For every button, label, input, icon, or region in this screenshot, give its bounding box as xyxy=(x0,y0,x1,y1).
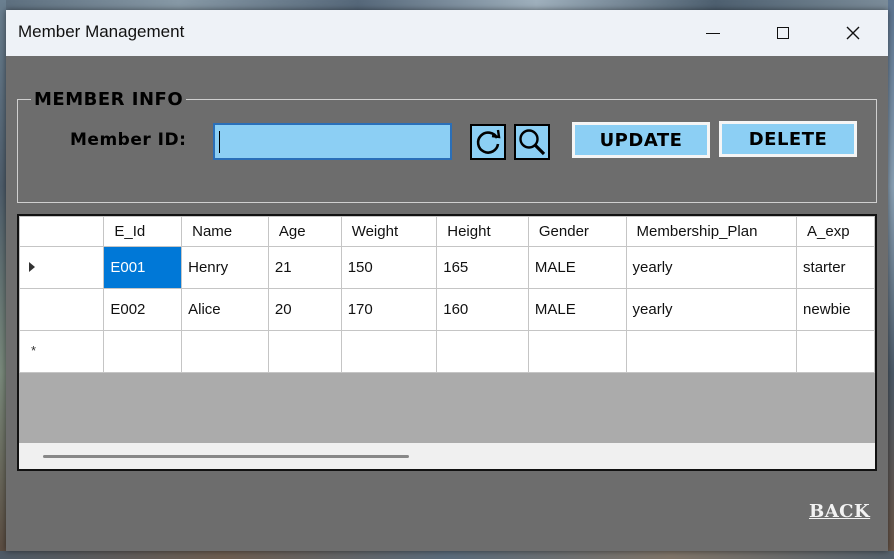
table-cell[interactable] xyxy=(267,330,342,373)
column-header[interactable]: Gender xyxy=(527,216,627,247)
refresh-icon xyxy=(476,129,501,154)
desktop-background-right xyxy=(888,0,894,559)
column-header[interactable]: A_exp xyxy=(796,216,875,247)
table-cell[interactable] xyxy=(103,330,183,373)
table-cell[interactable]: 160 xyxy=(436,288,529,331)
table-cell[interactable]: MALE xyxy=(527,246,627,289)
table-cell[interactable]: 150 xyxy=(340,246,438,289)
members-data-grid[interactable]: E_Id Name Age Weight Height Gender Membe… xyxy=(17,214,877,471)
table-cell[interactable]: starter xyxy=(796,246,875,289)
search-button[interactable] xyxy=(514,124,550,160)
table-cell[interactable] xyxy=(436,330,529,373)
table-cell[interactable] xyxy=(796,330,875,373)
new-row[interactable]: * xyxy=(19,330,875,373)
column-header[interactable]: Height xyxy=(436,216,529,247)
current-row-arrow-icon xyxy=(29,262,35,272)
table-row[interactable]: E001 Henry 21 150 165 MALE yearly starte… xyxy=(19,246,875,289)
row-header[interactable] xyxy=(19,288,105,331)
members-table: E_Id Name Age Weight Height Gender Membe… xyxy=(19,216,875,373)
table-cell[interactable] xyxy=(625,330,798,373)
search-icon xyxy=(519,129,546,156)
column-header[interactable]: E_Id xyxy=(103,216,183,247)
table-cell[interactable]: newbie xyxy=(796,288,875,331)
row-header-corner xyxy=(19,216,105,247)
row-header[interactable] xyxy=(19,246,105,289)
close-button[interactable] xyxy=(818,10,888,56)
close-icon xyxy=(846,26,860,40)
update-button[interactable]: UPDATE xyxy=(572,122,710,158)
table-cell[interactable]: 21 xyxy=(267,246,342,289)
table-cell[interactable]: Henry xyxy=(181,246,269,289)
desktop-background-top xyxy=(0,0,894,10)
member-info-legend: MEMBER INFO xyxy=(31,89,187,110)
member-id-label: Member ID: xyxy=(70,130,187,150)
new-row-marker: * xyxy=(31,343,37,358)
table-cell[interactable]: Alice xyxy=(181,288,269,331)
horizontal-scrollbar[interactable] xyxy=(19,443,875,469)
table-cell[interactable] xyxy=(340,330,438,373)
table-cell[interactable]: 170 xyxy=(340,288,438,331)
window-title: Member Management xyxy=(18,22,185,41)
table-cell[interactable]: E001 xyxy=(103,246,183,289)
table-cell[interactable]: yearly xyxy=(625,288,798,331)
text-caret xyxy=(219,131,220,153)
scrollbar-thumb[interactable] xyxy=(43,455,409,458)
title-bar[interactable]: Member Management xyxy=(6,10,888,56)
table-cell[interactable] xyxy=(181,330,269,373)
table-cell[interactable] xyxy=(527,330,627,373)
column-header[interactable]: Name xyxy=(181,216,269,247)
maximize-button[interactable] xyxy=(748,10,818,56)
refresh-button[interactable] xyxy=(470,124,506,160)
table-cell[interactable]: MALE xyxy=(527,288,627,331)
maximize-icon xyxy=(777,27,789,39)
member-id-input[interactable] xyxy=(213,123,452,160)
table-header-row: E_Id Name Age Weight Height Gender Membe… xyxy=(19,216,875,247)
table-row[interactable]: E002 Alice 20 170 160 MALE yearly newbie xyxy=(19,288,875,331)
column-header[interactable]: Membership_Plan xyxy=(625,216,798,247)
back-link[interactable]: BACK xyxy=(809,501,870,522)
table-cell[interactable]: 165 xyxy=(436,246,529,289)
minimize-icon xyxy=(706,32,720,34)
table-cell[interactable]: yearly xyxy=(625,246,798,289)
table-cell[interactable]: E002 xyxy=(103,288,183,331)
member-management-window: Member Management MEMBER INFO Member ID:… xyxy=(6,10,888,551)
table-cell[interactable]: 20 xyxy=(267,288,342,331)
delete-button[interactable]: DELETE xyxy=(719,121,857,157)
desktop-background-bottom xyxy=(0,551,894,559)
minimize-button[interactable] xyxy=(678,10,748,56)
column-header[interactable]: Age xyxy=(267,216,342,247)
column-header[interactable]: Weight xyxy=(340,216,438,247)
row-header[interactable]: * xyxy=(19,330,105,373)
